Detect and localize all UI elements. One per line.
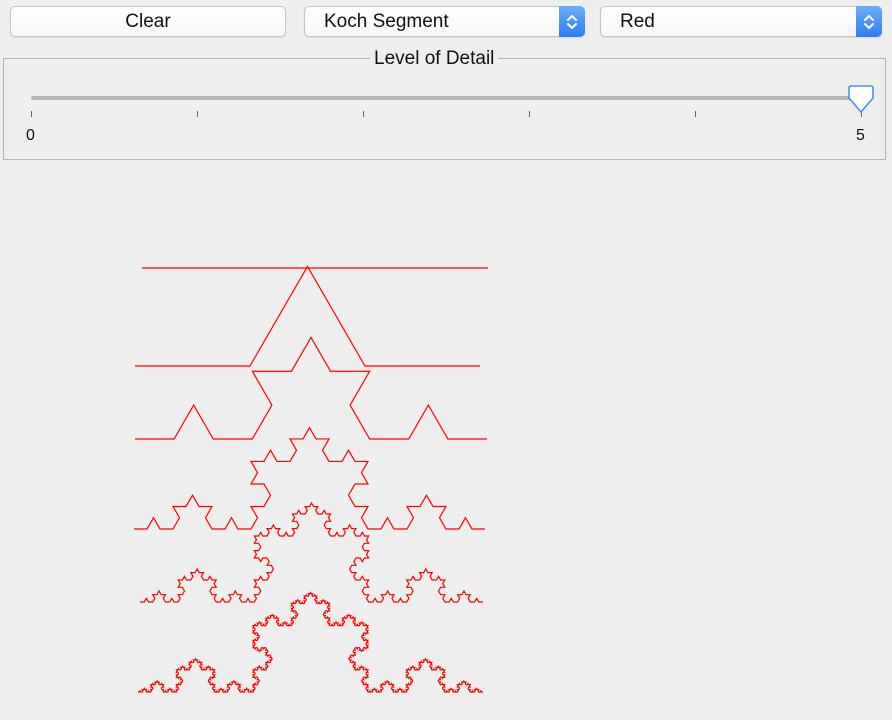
clear-button-label: Clear — [125, 10, 171, 32]
detail-panel — [3, 58, 886, 160]
slider-tick — [363, 111, 364, 117]
slider-min-label: 0 — [26, 127, 35, 144]
shape-select-value: Koch Segment — [324, 10, 449, 32]
koch-curve-level-3 — [134, 426, 485, 530]
color-select-value: Red — [620, 10, 655, 32]
koch-curve-level-4 — [140, 501, 483, 603]
up-down-chevron-icon — [856, 6, 882, 37]
slider-tick — [529, 111, 530, 117]
slider-thumb-icon[interactable] — [846, 85, 876, 115]
koch-curve-level-1 — [135, 265, 480, 367]
koch-curve-level-2 — [135, 336, 487, 440]
koch-curve-level-5 — [138, 591, 483, 693]
drawing-canvas[interactable] — [0, 162, 892, 720]
fractal-drawing — [134, 265, 488, 693]
slider-tick — [695, 111, 696, 117]
detail-panel-title: Level of Detail — [370, 48, 499, 70]
slider-tick — [197, 111, 198, 117]
shape-select[interactable]: Koch Segment — [304, 6, 585, 37]
clear-button[interactable]: Clear — [10, 6, 286, 37]
detail-slider-track[interactable] — [31, 96, 862, 100]
slider-tick — [31, 111, 32, 117]
slider-max-label: 5 — [856, 127, 865, 144]
app-window: Clear Koch Segment Red Level of Detail 0… — [0, 0, 892, 720]
up-down-chevron-icon — [559, 6, 585, 37]
color-select[interactable]: Red — [600, 6, 882, 37]
